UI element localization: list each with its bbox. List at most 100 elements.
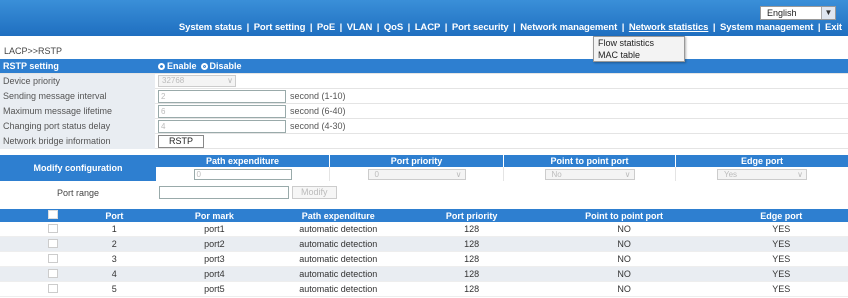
port-range-label: Port range [56,187,100,198]
status-delay-input[interactable]: 4 [158,119,286,133]
edge-port-select[interactable]: Yes ∨ [717,168,807,180]
field-label: Changing port status delay [0,118,155,134]
disable-radio[interactable] [200,62,208,70]
row-checkbox[interactable] [48,268,59,278]
language-value: English [767,8,797,18]
table-cell: port5 [204,284,225,294]
select-value: No [551,169,562,179]
table-row: 1 port1 automatic detection 128 NO YES [0,222,848,237]
port-priority-select[interactable]: 0 ∨ [367,168,466,180]
row-checkbox[interactable] [48,253,59,263]
modify-header-row: Path expenditure Port priority Point to … [156,155,848,167]
column-header: Point to point port [504,155,676,167]
table-cell: 128 [464,269,480,279]
chevron-down-icon: ∨ [455,169,462,179]
chevron-down-icon: ∨ [227,76,233,85]
table-row: 4 port4 automatic detection 128 NO YES [0,267,848,282]
nav-separator: | [307,22,315,33]
nav-item[interactable]: Network management [520,22,617,33]
nav-separator: | [374,22,382,33]
path-expenditure-input[interactable]: 0 [193,168,292,180]
field-label: Sending message interval [0,88,155,104]
port-range-row: Port range Modify [0,185,848,200]
row-checkbox[interactable] [48,223,59,233]
table-cell: 128 [464,284,480,294]
table-row: 5 port5 automatic detection 128 NO YES [0,282,848,297]
table-cell: YES [772,224,791,234]
table-cell: YES [772,284,791,294]
table-cell: NO [617,284,631,294]
select-all-checkbox[interactable] [48,210,59,219]
device-priority-select[interactable]: 32768 ∨ [158,75,236,87]
nav-separator: | [510,22,519,33]
nav-item[interactable]: Network statistics [629,22,709,33]
bridge-info-row: Network bridge information RSTP [0,133,848,149]
nav-item[interactable]: Port security [452,22,509,33]
nav-separator: | [244,22,252,33]
row-checkbox-cell [40,238,67,250]
table-cell: port4 [204,269,225,279]
row-checkbox-cell [40,283,67,295]
table-cell: NO [617,269,631,279]
dropdown-item[interactable]: Flow statistics [594,37,684,49]
disable-label: Disable [209,61,242,71]
table-cell: 128 [464,254,480,264]
column-header: Edge port [676,155,848,167]
table-cell: NO [617,224,631,234]
table-cell: 1 [111,224,117,234]
rstp-button[interactable]: RSTP [158,134,205,148]
enable-radio[interactable] [158,62,165,70]
field-label: Device priority [0,73,155,89]
rstp-header-row: RSTP setting Enable Disable [0,59,848,74]
table-cell: automatic detection [299,239,378,249]
table-cell: 3 [111,254,117,264]
row-checkbox[interactable] [48,283,59,293]
table-cell: port3 [204,254,225,264]
table-cell: 5 [111,284,117,294]
field-label: Maximum message lifetime [0,103,155,119]
nav-item[interactable]: System status [179,22,242,33]
nav-item[interactable]: VLAN [347,22,373,33]
nav-item[interactable]: QoS [384,22,403,33]
point-to-point-select[interactable]: No ∨ [544,168,635,180]
nav-item[interactable]: LACP [415,22,441,33]
table-cell: automatic detection [299,284,378,294]
max-lifetime-input[interactable]: 6 [158,104,286,118]
select-value: 32768 [162,76,185,85]
nav-item[interactable]: Exit [825,22,842,33]
column-header: Port priority [445,210,498,221]
column-header: Path expenditure [156,155,330,167]
table-row: 2 port2 automatic detection 128 NO YES [0,237,848,252]
table-cell: port1 [204,224,225,234]
network-statistics-menu: Flow statistics MAC table [593,36,685,62]
column-header: Point to point port [585,210,664,221]
column-header: Port [105,210,124,221]
modify-configuration-title: Modify configuration [0,155,156,181]
port-range-input[interactable] [159,186,289,199]
nav-separator: | [405,22,413,33]
unit-label: second (1-10) [290,91,346,101]
table-cell: 128 [464,224,480,234]
modify-button[interactable]: Modify [292,186,337,199]
table-cell: NO [617,254,631,264]
chevron-down-icon[interactable]: ▼ [821,7,835,19]
rstp-settings-table: RSTP setting Enable Disable Device prior… [0,59,848,149]
nav-item[interactable]: Port setting [254,22,306,33]
row-checkbox-cell [40,253,67,265]
rstp-title: RSTP setting [3,60,59,71]
sending-interval-input[interactable]: 2 [158,89,286,103]
select-value: 0 [374,169,379,179]
language-select[interactable]: English ▼ [760,6,836,20]
table-cell: 2 [111,239,117,249]
nav-item[interactable]: PoE [317,22,335,33]
nav-item[interactable]: System management [720,22,813,33]
table-cell: YES [772,239,791,249]
port-table-header: Port Por mark Path expenditure Port priorit… [0,209,848,222]
dropdown-item[interactable]: MAC table [594,49,684,61]
port-table: Port Por mark Path expenditure Port priorit… [0,209,848,297]
top-header: English ▼ System status | Port setting |… [0,0,848,36]
column-header: Port priority [330,155,504,167]
row-checkbox[interactable] [48,238,59,248]
nav-separator: | [337,22,345,33]
column-header: Edge port [760,210,803,221]
